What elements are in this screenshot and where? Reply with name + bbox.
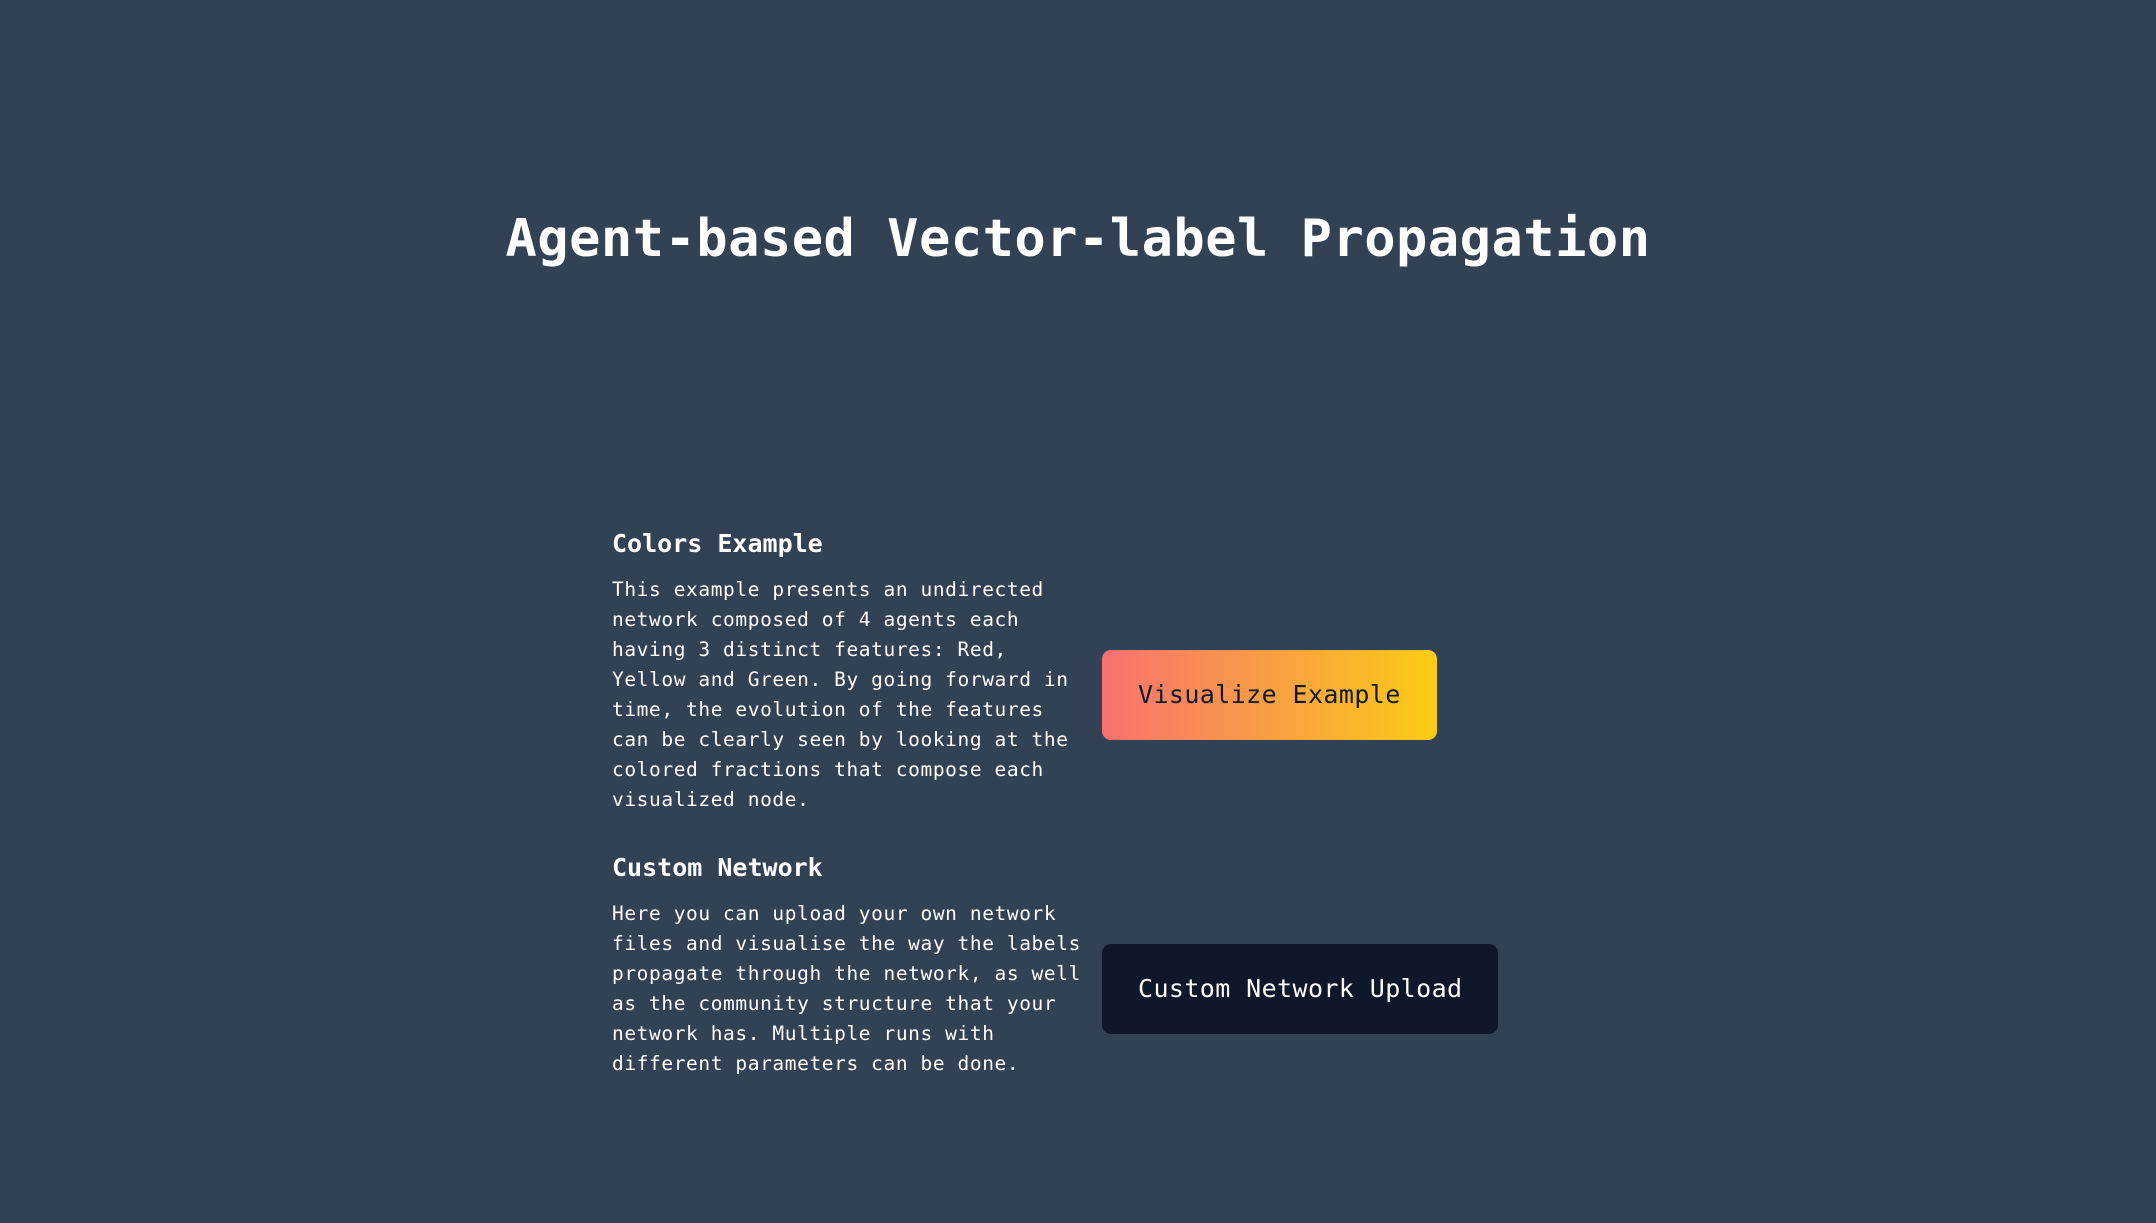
- custom-network-upload-button[interactable]: Custom Network Upload: [1102, 943, 1499, 1034]
- colors-example-heading: Colors Example: [612, 529, 823, 558]
- page-title: Agent-based Vector-label Propagation: [505, 209, 1651, 269]
- custom-network-row: Here you can upload your own network fil…: [612, 899, 1499, 1079]
- colors-example-section: Colors Example This example presents an …: [612, 528, 1472, 815]
- visualize-example-button[interactable]: Visualize Example: [1102, 649, 1437, 740]
- landing-page: { "page": { "title": "Agent-based Vector…: [0, 0, 2156, 1223]
- custom-network-description: Here you can upload your own network fil…: [612, 901, 1081, 1075]
- colors-example-row: This example presents an undirected netw…: [612, 575, 1472, 815]
- custom-network-section: Custom Network Here you can upload your …: [612, 852, 1499, 1079]
- custom-network-heading: Custom Network: [612, 853, 823, 882]
- colors-example-description: This example presents an undirected netw…: [612, 577, 1069, 811]
